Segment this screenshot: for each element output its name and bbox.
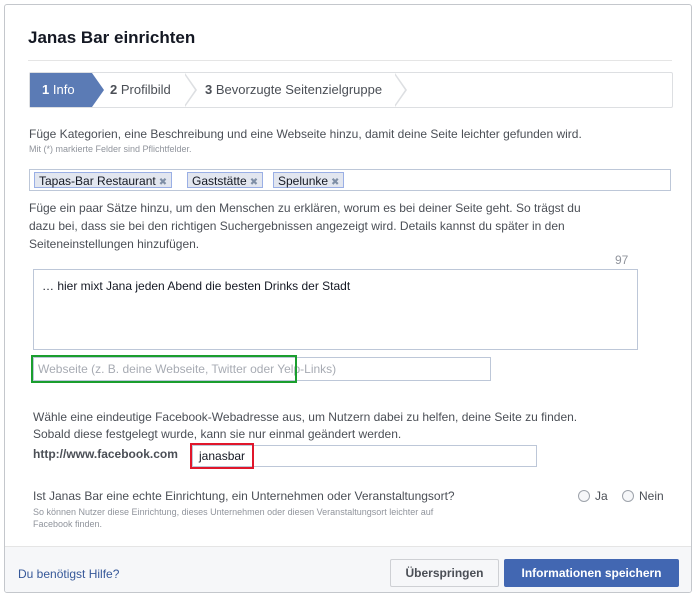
category-token: Gaststätte ✖ [187,172,264,188]
category-token: Spelunke ✖ [273,172,345,188]
step-profilbild[interactable]: 2 Profilbild [110,73,171,107]
radio-yes[interactable]: Ja [578,489,608,503]
website-input[interactable]: Webseite (z. B. deine Webseite, Twitter … [33,357,491,381]
address-help-line: Wähle eine eindeutige Facebook-Webadress… [33,410,578,424]
character-counter: 97 [615,253,629,267]
skip-button[interactable]: Überspringen [390,559,499,587]
description-help-line: dazu bei, dass sie bei den richtigen Suc… [29,219,565,233]
save-info-button[interactable]: Informationen speichern [504,559,679,587]
step-separator-chevron [184,73,197,107]
help-link[interactable]: Du benötigst Hilfe? [18,567,119,581]
step-separator-chevron [394,73,407,107]
description-textarea[interactable]: … hier mixt Jana jeden Abend die besten … [33,269,638,350]
description-help-line: Seiteneinstellungen hinzufügen. [29,237,200,251]
title-divider [28,60,672,61]
step-zielgruppe[interactable]: 3 Bevorzugte Seitenzielgruppe [205,73,382,107]
remove-token-icon[interactable]: ✖ [331,177,339,188]
establishment-question: Ist Janas Bar eine echte Einrichtung, ei… [33,489,455,503]
categories-intro: Füge Kategorien, eine Beschreibung und e… [29,127,582,141]
step-progress: 1 Info 2 Profilbild 3 Bevorzugte Seitenz… [29,72,673,108]
category-token-label: Tapas-Bar Restaurant [39,174,156,188]
radio-no[interactable]: Nein [622,489,664,503]
category-token-field[interactable]: Tapas-Bar Restaurant ✖ Gaststätte ✖ Spelun… [29,169,671,191]
username-input[interactable]: janasbar [192,445,537,467]
category-token-label: Gaststätte [192,174,247,188]
remove-token-icon[interactable]: ✖ [159,177,167,188]
required-note: Mit (*) markierte Felder sind Pflichtfel… [29,144,192,154]
radio-button-no[interactable] [622,490,634,502]
radio-no-label: Nein [639,489,664,503]
dialog-footer: Du benötigst Hilfe? Überspringen Informa… [5,546,691,592]
establishment-note: So können Nutzer diese Einrichtung, dies… [33,507,434,517]
establishment-note: Facebook finden. [33,519,103,529]
dialog-title: Janas Bar einrichten [28,28,196,47]
category-token-label: Spelunke [278,174,329,188]
step-info[interactable]: 1 Info [30,73,104,107]
radio-button-yes[interactable] [578,490,590,502]
step-zielgruppe-number: 3 [205,82,213,97]
step-profilbild-label: Profilbild [120,82,171,97]
facebook-url-prefix: http://www.facebook.com [33,447,178,461]
step-profilbild-number: 2 [110,82,118,97]
radio-yes-label: Ja [595,489,608,503]
description-help-line: Füge ein paar Sätze hinzu, um den Mensch… [29,201,581,215]
address-help-line: Sobald diese festgelegt wurde, kann sie … [33,427,402,441]
remove-token-icon[interactable]: ✖ [250,177,258,188]
step-zielgruppe-label: Bevorzugte Seitenzielgruppe [215,82,383,97]
step-info-label: Info [52,82,75,97]
setup-dialog: Janas Bar einrichten 1 Info 2 Profilbild… [4,4,692,593]
step-info-number: 1 [42,82,50,97]
category-token: Tapas-Bar Restaurant ✖ [34,172,173,188]
